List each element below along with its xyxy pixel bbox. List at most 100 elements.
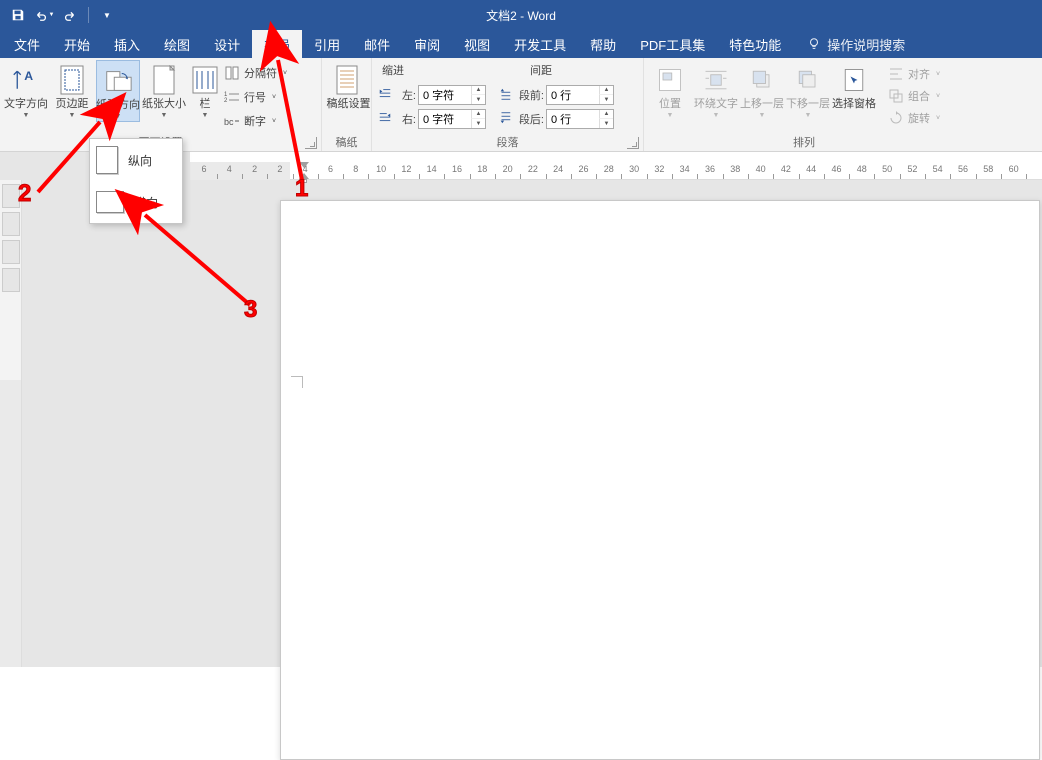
ruler-number: 2 [252, 164, 257, 174]
document-page[interactable] [280, 200, 1040, 760]
orientation-landscape[interactable]: 横向 [90, 181, 182, 223]
hyphenation-button[interactable]: bc断字˅ [224, 110, 298, 132]
columns-button[interactable]: 栏▼ [188, 60, 222, 120]
tab-draw[interactable]: 绘图 [152, 30, 202, 58]
line-numbers-button[interactable]: 12行号˅ [224, 86, 298, 108]
spacing-before-input[interactable] [547, 89, 599, 101]
ruler-number: 16 [452, 164, 462, 174]
ruler-number: 8 [353, 164, 358, 174]
ruler-number: 60 [1009, 164, 1019, 174]
size-icon [148, 64, 180, 96]
spacing-after-spinner[interactable]: ▲▼ [546, 109, 614, 129]
spin-up[interactable]: ▲ [471, 86, 485, 95]
tab-home[interactable]: 开始 [52, 30, 102, 58]
save-button[interactable] [6, 3, 30, 27]
tell-me-search[interactable]: 操作说明搜索 [807, 30, 905, 58]
ruler-number: 58 [983, 164, 993, 174]
annotation-1: 1 [295, 175, 308, 203]
ruler-number: 30 [629, 164, 639, 174]
group-label-arrange: 排列 [648, 135, 960, 151]
spin-up[interactable]: ▲ [471, 110, 485, 119]
indent-right-row: 右: ▲▼ [378, 108, 486, 130]
manuscript-icon [331, 64, 363, 96]
indent-right-spinner[interactable]: ▲▼ [418, 109, 486, 129]
ruler-number: 48 [857, 164, 867, 174]
spin-down[interactable]: ▼ [599, 95, 613, 104]
group-arrange: 位置▼ 环绕文字▼ 上移一层▼ 下移一层▼ 选择窗格 对齐˅ 组合˅ 旋转˅ [644, 58, 964, 151]
ruler-number: 56 [958, 164, 968, 174]
selection-pane-button[interactable]: 选择窗格 [832, 60, 876, 110]
paragraph-launcher[interactable] [627, 137, 639, 149]
ruler-number: 24 [553, 164, 563, 174]
tab-design[interactable]: 设计 [202, 30, 252, 58]
tab-file[interactable]: 文件 [2, 30, 52, 58]
selection-pane-icon [838, 64, 870, 96]
ruler-number: 54 [933, 164, 943, 174]
indent-right-input[interactable] [419, 113, 471, 125]
ruler-number: 26 [578, 164, 588, 174]
spin-down[interactable]: ▼ [471, 95, 485, 104]
navigation-pane-edge [0, 180, 22, 380]
page-setup-mini-stack: 分隔符˅ 12行号˅ bc断字˅ [224, 60, 298, 132]
ruler-number: 52 [907, 164, 917, 174]
ruler-number: 6 [328, 164, 333, 174]
qat-customize-button[interactable]: ▼ [95, 3, 119, 27]
tab-features[interactable]: 特色功能 [717, 30, 793, 58]
ruler-number: 42 [781, 164, 791, 174]
horizontal-ruler[interactable]: 6422468101214161820222426283032343638404… [190, 162, 1042, 180]
indent-left-input[interactable] [419, 89, 471, 101]
tab-references[interactable]: 引用 [302, 30, 352, 58]
undo-button[interactable]: ▼ [32, 3, 56, 27]
size-button[interactable]: 纸张大小▼ [142, 60, 186, 120]
spacing-after-icon [498, 111, 512, 128]
wrap-text-icon [700, 64, 732, 96]
annotation-2: 2 [18, 180, 31, 208]
first-line-indent-marker[interactable] [299, 162, 309, 168]
indent-left-spinner[interactable]: ▲▼ [418, 85, 486, 105]
group-icon [888, 88, 904, 104]
page-setup-launcher[interactable] [305, 137, 317, 149]
group-manuscript: 稿纸设置 稿纸 [322, 58, 372, 151]
tab-pdf-tools[interactable]: PDF工具集 [628, 30, 717, 58]
ruler-number: 6 [201, 164, 206, 174]
tab-mailings[interactable]: 邮件 [352, 30, 402, 58]
ruler-number: 22 [528, 164, 538, 174]
indent-right-icon [378, 111, 392, 128]
tab-view[interactable]: 视图 [452, 30, 502, 58]
margins-button[interactable]: 页边距▼ [50, 60, 94, 120]
ruler-number: 2 [277, 164, 282, 174]
group-label-manuscript: 稿纸 [326, 135, 367, 151]
bring-forward-button: 上移一层▼ [740, 60, 784, 120]
spin-up[interactable]: ▲ [599, 86, 613, 95]
spin-down[interactable]: ▼ [471, 119, 485, 128]
redo-button[interactable] [58, 3, 82, 27]
tab-review[interactable]: 审阅 [402, 30, 452, 58]
tab-insert[interactable]: 插入 [102, 30, 152, 58]
breaks-icon [224, 65, 240, 81]
tab-developer[interactable]: 开发工具 [502, 30, 578, 58]
orientation-portrait[interactable]: 纵向 [90, 139, 182, 181]
ruler-number: 18 [477, 164, 487, 174]
spacing-before-spinner[interactable]: ▲▼ [546, 85, 614, 105]
group-objects-button: 组合˅ [884, 86, 944, 106]
tab-layout[interactable]: 布局 [252, 30, 302, 58]
tab-help[interactable]: 帮助 [578, 30, 628, 58]
spacing-after-row: 段后: ▲▼ [498, 108, 614, 130]
indent-left-row: 左: ▲▼ [378, 84, 486, 106]
spin-up[interactable]: ▲ [599, 110, 613, 119]
spin-down[interactable]: ▼ [599, 119, 613, 128]
align-icon [888, 66, 904, 82]
orientation-button[interactable]: 纸张方向▼ [96, 60, 140, 122]
spacing-after-input[interactable] [547, 113, 599, 125]
margins-icon [56, 64, 88, 96]
columns-icon [189, 64, 221, 96]
breaks-button[interactable]: 分隔符˅ [224, 62, 298, 84]
orientation-icon [102, 65, 134, 97]
ruler-number: 12 [401, 164, 411, 174]
send-backward-icon [792, 64, 824, 96]
ruler-number: 50 [882, 164, 892, 174]
manuscript-button[interactable]: 稿纸设置 [326, 60, 367, 110]
text-direction-button[interactable]: A 文字方向▼ [4, 60, 48, 120]
ruler-number: 28 [604, 164, 614, 174]
title-bar: ▼ ▼ 文档2 - Word [0, 0, 1042, 30]
